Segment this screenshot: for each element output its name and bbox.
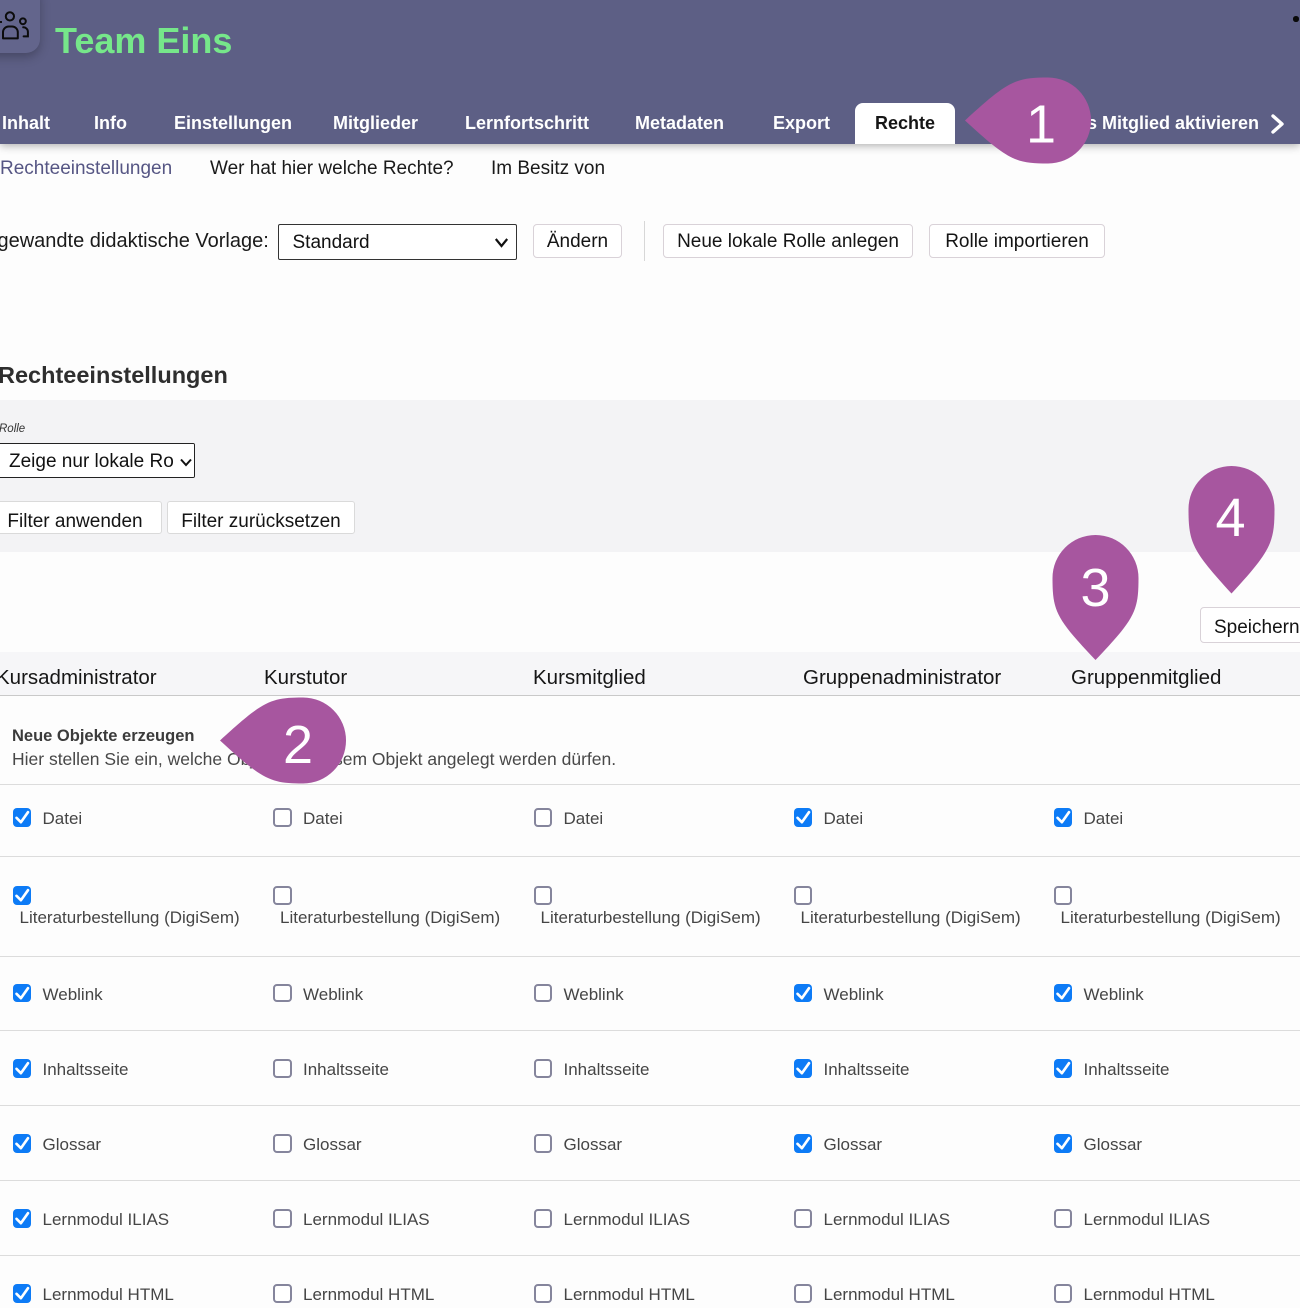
svg-text:4: 4 [1215,488,1245,548]
svg-text:2: 2 [283,715,313,775]
svg-text:3: 3 [1080,558,1110,618]
svg-text:1: 1 [1026,95,1056,155]
